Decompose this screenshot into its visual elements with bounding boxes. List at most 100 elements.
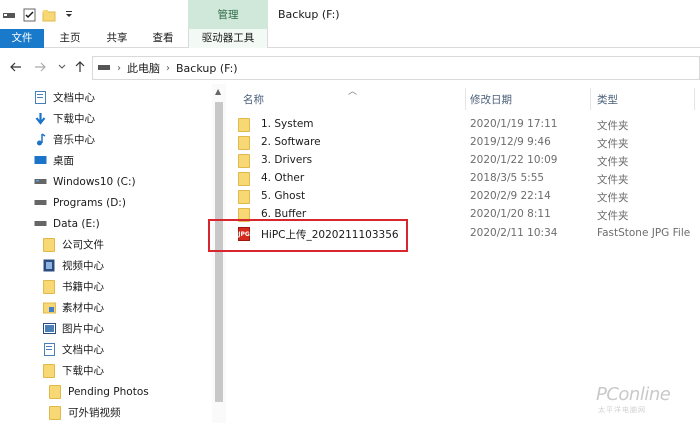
file-date: 2020/1/20 8:11 [470, 208, 551, 220]
title-bar: 管理 Backup (F:) [0, 0, 700, 29]
music-note-icon [33, 133, 47, 146]
properties-icon[interactable] [20, 6, 38, 24]
highlight-box [208, 219, 408, 252]
nav-item-export-videos[interactable]: 可外销视频 [48, 402, 121, 423]
folder-icon [42, 363, 56, 378]
up-arrow-icon[interactable] [72, 58, 88, 76]
window-title: Backup (F:) [278, 8, 340, 21]
file-row[interactable]: 5. Ghost 2020/2/9 22:14 文件夹 [238, 188, 700, 206]
drive-icon [33, 217, 47, 230]
breadcrumb-this-pc[interactable]: 此电脑 [127, 60, 160, 76]
nav-item-label: Windows10 (C:) [53, 175, 136, 188]
nav-item-materials-center[interactable]: 素材中心 [42, 297, 104, 318]
nav-item-drive-d[interactable]: Programs (D:) [33, 192, 126, 213]
folder-icon [238, 154, 250, 168]
file-type: 文件夹 [597, 192, 629, 204]
chevron-right-icon[interactable]: › [166, 63, 170, 74]
file-date: 2020/2/11 10:34 [470, 227, 558, 239]
file-name: 3. Drivers [261, 154, 313, 166]
nav-item-music[interactable]: 音乐中心 [33, 129, 95, 150]
file-date: 2018/3/5 5:55 [470, 172, 545, 184]
document-icon [33, 91, 47, 104]
file-row[interactable]: 1. System 2020/1/19 17:11 文件夹 [238, 116, 700, 134]
tab-view[interactable]: 查看 [141, 29, 185, 48]
file-name: 1. System [261, 118, 314, 130]
nav-item-label: 文档中心 [62, 344, 104, 356]
file-type: 文件夹 [597, 120, 629, 132]
column-header-date[interactable]: 修改日期 [470, 90, 512, 110]
tab-drive-tools[interactable]: 驱动器工具 [188, 29, 268, 48]
file-row[interactable]: 4. Other 2018/3/5 5:55 文件夹 [238, 170, 700, 188]
sort-ascending-icon: ︿ [348, 87, 358, 97]
file-type: 文件夹 [597, 210, 629, 222]
tab-share[interactable]: 共享 [95, 29, 139, 48]
scroll-up-icon[interactable]: ▲ [215, 87, 221, 96]
nav-item-label: 文档中心 [53, 92, 95, 104]
tab-home[interactable]: 主页 [48, 29, 92, 48]
nav-item-label: Data (E:) [53, 217, 100, 230]
nav-item-drive-c[interactable]: Windows10 (C:) [33, 171, 136, 192]
file-type: 文件夹 [597, 156, 629, 168]
file-row[interactable]: 3. Drivers 2020/1/22 10:09 文件夹 [238, 152, 700, 170]
folder-image-icon [42, 301, 56, 314]
video-icon [42, 259, 56, 272]
forward-arrow-icon[interactable] [32, 58, 48, 76]
file-date: 2020/1/22 10:09 [470, 154, 558, 166]
nav-item-downloads-center[interactable]: 下载中心 [42, 360, 104, 381]
nav-item-label: 下载中心 [62, 365, 104, 377]
file-row[interactable]: 2. Software 2019/12/9 9:46 文件夹 [238, 134, 700, 152]
folder-icon [42, 279, 56, 294]
nav-pane-scrollbar[interactable]: ▲ [212, 84, 226, 423]
nav-item-pending-photos[interactable]: Pending Photos [48, 381, 149, 402]
column-divider[interactable] [590, 88, 591, 110]
chevron-right-icon[interactable]: › [117, 63, 121, 74]
nav-item-documents-center[interactable]: 文档中心 [42, 339, 104, 360]
folder-icon [238, 136, 250, 150]
drive-icon [97, 62, 111, 75]
nav-item-drive-e[interactable]: Data (E:) [33, 213, 100, 234]
drive-icon[interactable] [0, 6, 18, 24]
document-icon [42, 343, 56, 356]
file-type: 文件夹 [597, 138, 629, 150]
folder-icon [48, 384, 62, 399]
file-name: 4. Other [261, 172, 305, 184]
file-type: FastStone JPG File [597, 227, 691, 239]
column-divider[interactable] [694, 88, 695, 110]
watermark-logo: PConline [596, 384, 671, 405]
drive-icon [33, 175, 47, 188]
column-divider[interactable] [465, 88, 466, 110]
desktop-icon [33, 154, 47, 167]
nav-item-pictures-center[interactable]: 图片中心 [42, 318, 104, 339]
nav-item-video-center[interactable]: 视频中心 [42, 255, 104, 276]
nav-item-label: 书籍中心 [62, 281, 104, 293]
ribbon-tabs: 文件 主页 共享 查看 驱动器工具 [0, 29, 700, 48]
drive-icon [33, 196, 47, 209]
new-folder-icon[interactable] [40, 6, 58, 24]
column-header-type[interactable]: 类型 [597, 90, 618, 110]
breadcrumb-backup-drive[interactable]: Backup (F:) [176, 62, 238, 75]
address-bar[interactable]: › 此电脑 › Backup (F:) [92, 56, 700, 80]
customize-dropdown-icon[interactable] [60, 6, 78, 24]
nav-item-label: 视频中心 [62, 260, 104, 272]
recent-dropdown-icon[interactable] [54, 58, 70, 76]
nav-item-desktop[interactable]: 桌面 [33, 150, 74, 171]
nav-item-label: 可外销视频 [68, 407, 121, 419]
file-date: 2019/12/9 9:46 [470, 136, 551, 148]
watermark-subtitle: 太平洋电脑网 [598, 406, 646, 414]
file-date: 2020/2/9 22:14 [470, 190, 551, 202]
nav-item-company-files[interactable]: 公司文件 [42, 234, 104, 255]
nav-item-documents[interactable]: 文档中心 [33, 87, 95, 108]
file-name: 5. Ghost [261, 190, 306, 202]
file-name: 2. Software [261, 136, 321, 148]
scrollbar-thumb[interactable] [215, 102, 223, 402]
tab-manage[interactable]: 管理 [188, 0, 268, 29]
nav-item-label: 图片中心 [62, 323, 104, 335]
download-arrow-icon [33, 112, 47, 125]
nav-item-downloads[interactable]: 下载中心 [33, 108, 95, 129]
nav-item-books-center[interactable]: 书籍中心 [42, 276, 104, 297]
back-arrow-icon[interactable] [8, 58, 24, 76]
picture-icon [42, 322, 56, 335]
tab-file[interactable]: 文件 [0, 29, 44, 48]
column-header-name[interactable]: 名称 [243, 90, 264, 110]
nav-item-label: 音乐中心 [53, 134, 95, 146]
